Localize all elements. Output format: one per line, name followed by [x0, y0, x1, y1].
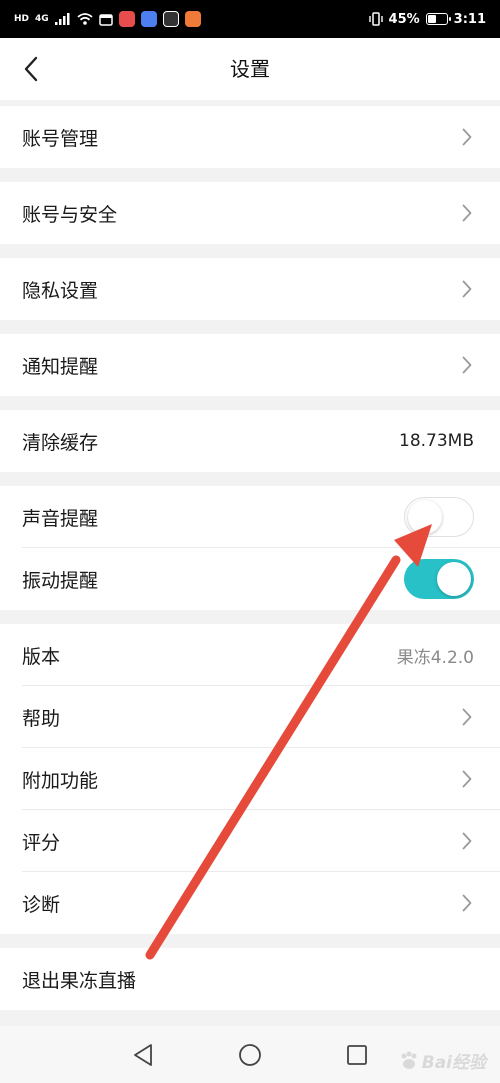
- nav-back-icon[interactable]: [128, 1040, 158, 1070]
- baidu-watermark: Bai经验: [398, 1048, 486, 1073]
- toggle-knob: [408, 500, 442, 534]
- status-right: 45% 3:11: [368, 11, 486, 27]
- nav-home-icon[interactable]: [235, 1040, 265, 1070]
- battery-icon: [425, 13, 451, 25]
- extra-features-label: 附加功能: [22, 769, 99, 792]
- version-row: 版本 果冻4.2.0: [0, 624, 500, 686]
- wifi-icon: [77, 13, 93, 25]
- account-security-row[interactable]: 账号与安全: [0, 182, 500, 244]
- chevron-right-icon: [460, 279, 474, 299]
- status-left: HD 4G: [14, 11, 201, 27]
- chevron-right-icon: [460, 707, 474, 727]
- notification-reminder-label: 通知提醒: [22, 355, 99, 378]
- chevron-right-icon: [460, 355, 474, 375]
- battery-percent: 45%: [388, 11, 420, 27]
- network-type: 4G: [35, 14, 49, 24]
- notification-reminder-row[interactable]: 通知提醒: [0, 334, 500, 396]
- app-icon-dark: [162, 11, 179, 27]
- help-label: 帮助: [22, 707, 61, 730]
- toggle-knob: [437, 562, 471, 596]
- sound-reminder-toggle[interactable]: [404, 497, 474, 537]
- version-label: 版本: [22, 645, 61, 668]
- signal-icon: [54, 13, 70, 25]
- hd-badge: HD: [14, 14, 30, 24]
- app-icon-orange: [184, 11, 201, 27]
- privacy-settings-row[interactable]: 隐私设置: [0, 258, 500, 320]
- chevron-right-icon: [460, 127, 474, 147]
- sound-reminder-row: 声音提醒: [0, 486, 500, 548]
- app-icon-blue: [140, 11, 157, 27]
- version-value: 果冻4.2.0: [396, 647, 474, 668]
- account-management-label: 账号管理: [22, 127, 99, 150]
- diagnosis-row[interactable]: 诊断: [0, 872, 500, 934]
- chevron-right-icon: [460, 893, 474, 913]
- vibration-reminder-label: 振动提醒: [22, 569, 99, 592]
- vibration-reminder-toggle[interactable]: [404, 559, 474, 599]
- chevron-right-icon: [460, 769, 474, 789]
- rating-label: 评分: [22, 831, 61, 854]
- clock: 3:11: [453, 11, 486, 27]
- nav-recents-icon[interactable]: [342, 1040, 372, 1070]
- page-title: 设置: [230, 57, 270, 81]
- account-security-label: 账号与安全: [22, 203, 118, 226]
- help-row[interactable]: 帮助: [0, 686, 500, 748]
- clear-cache-row[interactable]: 清除缓存 18.73MB: [0, 410, 500, 472]
- paw-icon: [401, 1051, 417, 1069]
- chevron-right-icon: [460, 203, 474, 223]
- chevron-right-icon: [460, 831, 474, 851]
- back-arrow-icon[interactable]: [14, 52, 48, 86]
- logout-row[interactable]: 退出果冻直播: [0, 948, 500, 1010]
- logout-label: 退出果冻直播: [22, 969, 137, 992]
- cache-size-value: 18.73MB: [399, 431, 474, 451]
- rating-row[interactable]: 评分: [0, 810, 500, 872]
- diagnosis-label: 诊断: [22, 893, 61, 916]
- sound-reminder-label: 声音提醒: [22, 507, 99, 530]
- calendar-icon: [98, 13, 113, 26]
- watermark-text: Bai经验: [421, 1053, 486, 1073]
- vibrate-icon: [368, 12, 383, 26]
- extra-features-row[interactable]: 附加功能: [0, 748, 500, 810]
- app-icon-red: [118, 11, 135, 27]
- status-bar: HD 4G 45% 3:11: [0, 0, 500, 38]
- header: 设置: [0, 38, 500, 100]
- privacy-settings-label: 隐私设置: [22, 279, 99, 302]
- account-management-row[interactable]: 账号管理: [0, 106, 500, 168]
- clear-cache-label: 清除缓存: [22, 431, 99, 454]
- vibration-reminder-row: 振动提醒: [0, 548, 500, 610]
